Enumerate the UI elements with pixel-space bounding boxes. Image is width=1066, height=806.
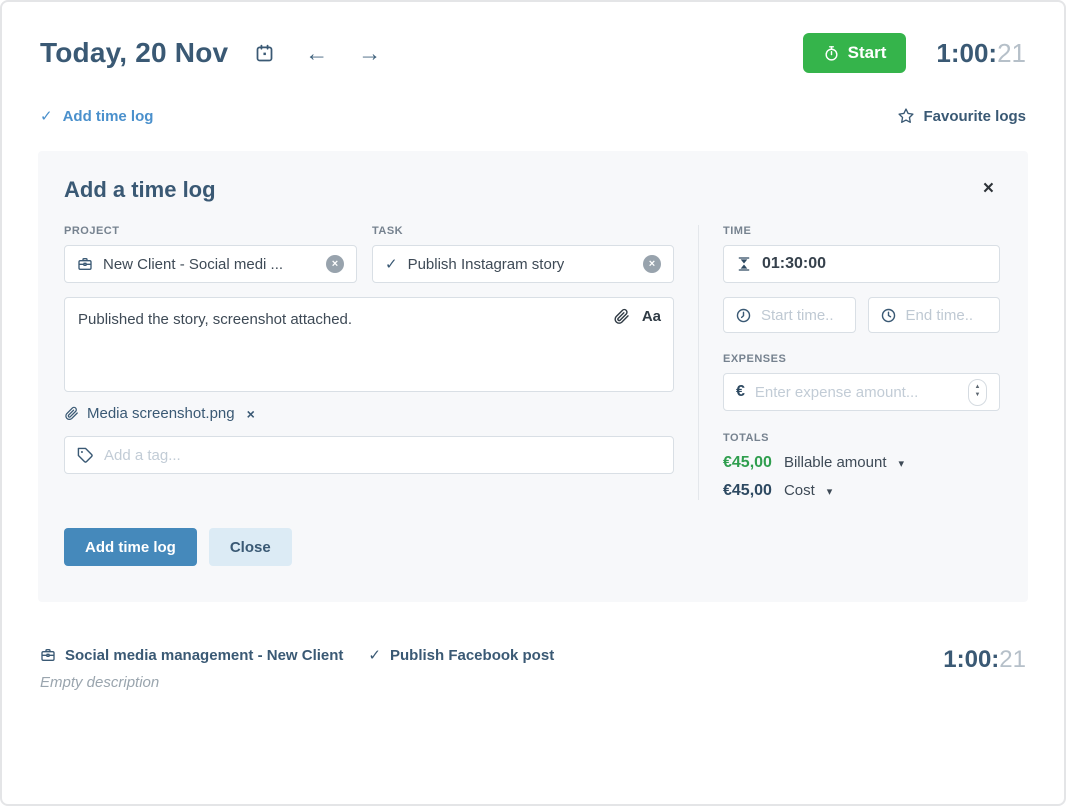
project-field[interactable]: New Client - Social medi ... × <box>64 245 357 283</box>
star-icon <box>897 107 915 125</box>
divider <box>698 225 699 500</box>
add-time-log-panel: Add a time log × PROJECT <box>38 151 1028 602</box>
app-window: Today, 20 Nov ← → Start 1:00:21 <box>0 0 1066 806</box>
clock-icon <box>880 307 897 324</box>
entry-timer: 1:00:21 <box>943 646 1026 691</box>
add-time-log-button[interactable]: Add time log <box>64 528 197 566</box>
tag-field <box>64 436 674 474</box>
chevron-down-icon[interactable]: ▾ <box>827 485 833 498</box>
toolbar: ✓ Add time log Favourite logs <box>38 107 1028 125</box>
stepper-up-icon[interactable]: ▲ <box>975 384 981 392</box>
add-time-log-label: Add time log <box>63 108 154 125</box>
paperclip-icon <box>64 406 79 421</box>
panel-title: Add a time log <box>64 177 216 203</box>
attachment-name[interactable]: Media screenshot.png <box>87 405 235 422</box>
clear-task-icon[interactable]: × <box>643 255 661 273</box>
entry-description: Empty description <box>40 674 943 691</box>
cost-value: €45,00 <box>723 482 772 500</box>
time-field[interactable]: 01:30:00 <box>723 245 1000 283</box>
billable-amount-row[interactable]: €45,00 Billable amount ▾ <box>723 454 1000 472</box>
description-input[interactable]: Published the story, screenshot attached… <box>65 298 673 391</box>
start-time-button[interactable]: Start time.. <box>723 297 856 333</box>
next-day-arrow-icon[interactable]: → <box>358 42 381 65</box>
clock-icon <box>735 307 752 324</box>
prev-day-arrow-icon[interactable]: ← <box>305 42 328 65</box>
currency-symbol: € <box>736 383 745 401</box>
expense-amount-input[interactable] <box>755 384 958 401</box>
expense-stepper[interactable]: ▲ ▼ <box>968 379 987 406</box>
task-value: Publish Instagram story <box>408 256 565 273</box>
entry-task-name: Publish Facebook post <box>390 647 554 664</box>
remove-attachment-icon[interactable]: × <box>247 406 255 422</box>
end-time-button[interactable]: End time.. <box>868 297 1001 333</box>
time-log-entry: Social media management - New Client ✓ P… <box>38 646 1028 691</box>
time-label: TIME <box>723 225 1000 237</box>
header: Today, 20 Nov ← → Start 1:00:21 <box>38 33 1028 73</box>
expense-field: € ▲ ▼ <box>723 373 1000 411</box>
favourite-logs-link[interactable]: Favourite logs <box>897 107 1026 125</box>
attach-file-icon[interactable] <box>613 308 630 325</box>
briefcase-icon <box>40 647 56 663</box>
expenses-label: EXPENSES <box>723 353 1000 365</box>
attachment-chip: Media screenshot.png × <box>64 405 674 422</box>
format-text-icon[interactable]: Aa <box>642 308 661 325</box>
stepper-down-icon[interactable]: ▼ <box>975 392 981 400</box>
cost-row[interactable]: €45,00 Cost ▾ <box>723 482 1000 500</box>
tag-icon <box>77 447 94 464</box>
add-time-log-link[interactable]: ✓ Add time log <box>40 107 153 125</box>
day-total-timer: 1:00:21 <box>936 38 1026 69</box>
favourite-logs-label: Favourite logs <box>923 108 1026 125</box>
check-icon: ✓ <box>40 107 53 125</box>
start-button-label: Start <box>848 43 887 63</box>
task-field[interactable]: ✓ Publish Instagram story × <box>372 245 674 283</box>
billable-amount-label: Billable amount <box>784 454 887 471</box>
stopwatch-icon <box>823 45 840 62</box>
check-icon: ✓ <box>368 646 381 664</box>
hourglass-icon <box>736 256 752 272</box>
cost-label: Cost <box>784 482 815 499</box>
check-icon: ✓ <box>385 255 398 273</box>
entry-project: Social media management - New Client <box>65 647 343 664</box>
briefcase-icon <box>77 256 93 272</box>
chevron-down-icon[interactable]: ▾ <box>899 457 905 470</box>
clear-project-icon[interactable]: × <box>326 255 344 273</box>
project-value: New Client - Social medi ... <box>103 256 283 273</box>
project-label: PROJECT <box>64 225 357 237</box>
start-timer-button[interactable]: Start <box>803 33 907 73</box>
billable-amount-value: €45,00 <box>723 454 772 472</box>
end-time-placeholder: End time.. <box>906 307 974 324</box>
calendar-icon[interactable] <box>254 43 275 64</box>
page-title: Today, 20 Nov <box>40 37 228 69</box>
totals-label: TOTALS <box>723 432 1000 444</box>
tag-input[interactable] <box>104 447 661 464</box>
close-icon[interactable]: × <box>977 177 1000 200</box>
start-time-placeholder: Start time.. <box>761 307 834 324</box>
close-button[interactable]: Close <box>209 528 292 566</box>
task-label: TASK <box>372 225 674 237</box>
description-box: Published the story, screenshot attached… <box>64 297 674 392</box>
time-value: 01:30:00 <box>762 255 826 273</box>
